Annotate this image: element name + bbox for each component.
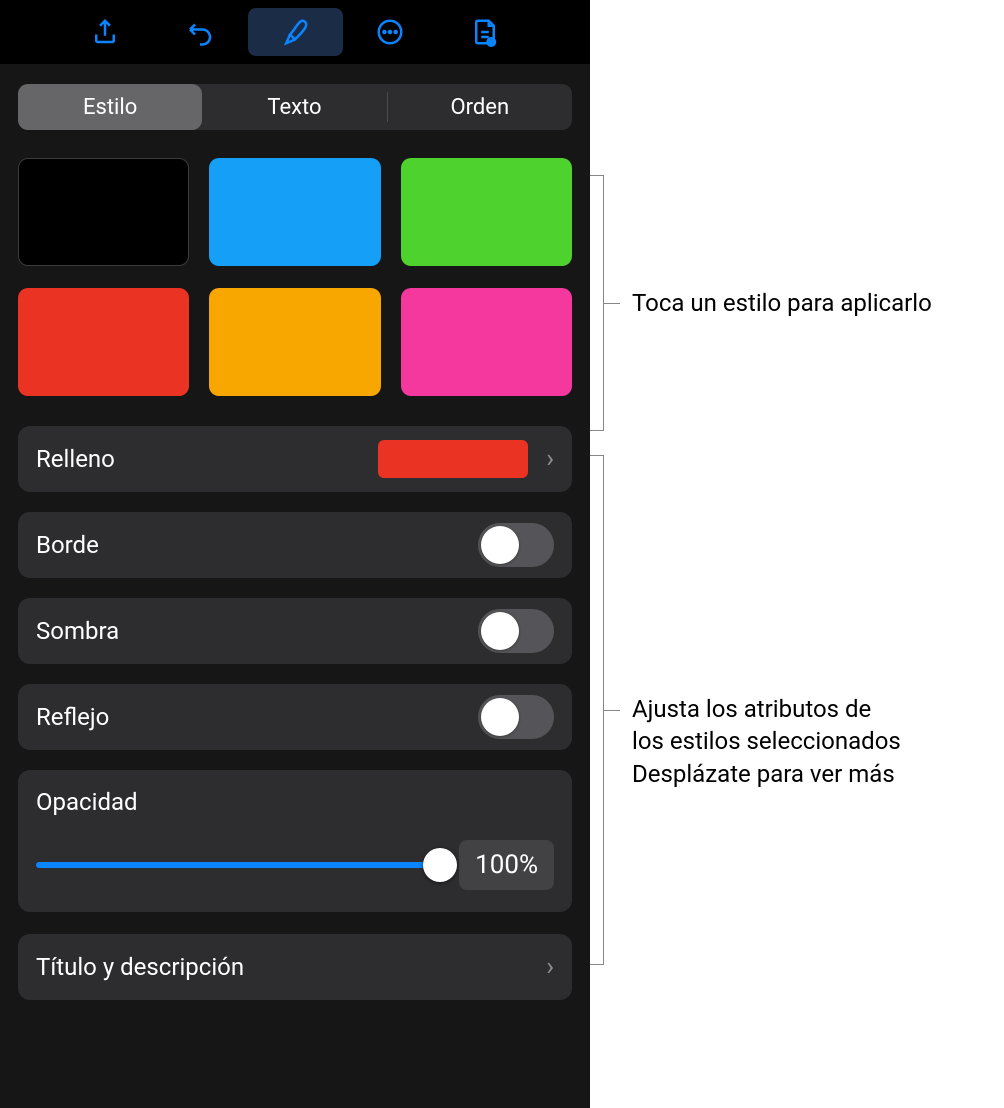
fill-color-preview (378, 440, 528, 478)
chevron-right-icon: › (546, 444, 554, 474)
callout-attributes-line1: Ajusta los atributos de (632, 693, 972, 725)
callout-attributes: Ajusta los atributos de los estilos sele… (632, 693, 972, 790)
tab-text-label: Texto (267, 95, 321, 120)
border-row: Borde (18, 512, 572, 578)
tab-style-label: Estilo (83, 95, 137, 120)
opacity-value[interactable]: 100% (459, 840, 554, 890)
tab-order[interactable]: Orden (388, 84, 572, 130)
fill-row[interactable]: Relleno › (18, 426, 572, 492)
border-toggle[interactable] (478, 523, 554, 567)
tab-order-label: Orden (451, 95, 510, 120)
inspector-panel: Estilo Texto Orden Relleno › (0, 0, 590, 1108)
toggle-knob (481, 526, 519, 564)
tab-text[interactable]: Texto (202, 84, 386, 130)
chevron-right-icon: › (546, 952, 554, 982)
format-brush-button[interactable] (248, 8, 343, 56)
bracket-line (604, 303, 620, 304)
swatch-black[interactable] (18, 158, 189, 266)
undo-button[interactable] (153, 8, 248, 56)
callout-attributes-line2: los estilos seleccionados (632, 725, 972, 757)
shadow-label: Sombra (36, 617, 478, 645)
reflection-row: Reflejo (18, 684, 572, 750)
format-tabs: Estilo Texto Orden (18, 84, 572, 130)
opacity-row: Opacidad 100% (18, 770, 572, 912)
swatch-green[interactable] (401, 158, 572, 266)
opacity-controls: 100% (36, 840, 554, 890)
bracket-attributes (590, 455, 604, 965)
border-label: Borde (36, 531, 478, 559)
swatch-blue[interactable] (209, 158, 380, 266)
inspector-content: Estilo Texto Orden Relleno › (0, 64, 590, 1108)
bracket-line (604, 710, 620, 711)
reflection-toggle[interactable] (478, 695, 554, 739)
slider-track (36, 862, 441, 868)
bracket-styles (590, 175, 604, 431)
title-description-row[interactable]: Título y descripción › (18, 934, 572, 1000)
swatch-orange[interactable] (209, 288, 380, 396)
callout-attributes-line3: Desplázate para ver más (632, 758, 972, 790)
share-button[interactable] (58, 8, 153, 56)
slider-thumb[interactable] (423, 848, 457, 882)
tab-style[interactable]: Estilo (18, 84, 202, 130)
shadow-toggle[interactable] (478, 609, 554, 653)
opacity-slider[interactable] (36, 849, 441, 881)
reflection-label: Reflejo (36, 703, 478, 731)
fill-label: Relleno (36, 445, 378, 473)
more-button[interactable] (343, 8, 438, 56)
opacity-label: Opacidad (36, 788, 138, 816)
toggle-knob (481, 698, 519, 736)
swatch-red[interactable] (18, 288, 189, 396)
style-swatches (18, 158, 572, 396)
callouts: Toca un estilo para aplicarlo Ajusta los… (590, 0, 1004, 1108)
toggle-knob (481, 612, 519, 650)
title-description-label: Título y descripción (36, 953, 546, 981)
callout-styles: Toca un estilo para aplicarlo (632, 287, 932, 319)
swatch-magenta[interactable] (401, 288, 572, 396)
document-view-button[interactable] (438, 8, 533, 56)
shadow-row: Sombra (18, 598, 572, 664)
toolbar (0, 0, 590, 64)
